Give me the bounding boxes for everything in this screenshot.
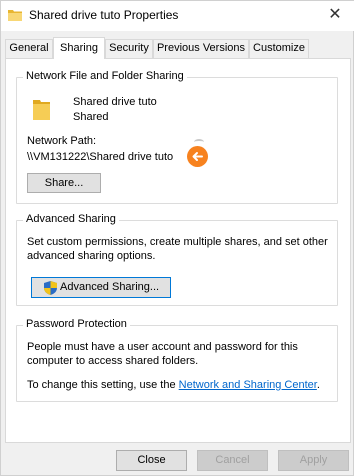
advanced-sharing-description-2: advanced sharing options. — [27, 250, 156, 262]
tab-customize[interactable]: Customize — [249, 39, 309, 58]
loading-spinner-icon — [194, 139, 204, 145]
network-sharing-legend: Network File and Folder Sharing — [23, 70, 187, 82]
network-sharing-center-link[interactable]: Network and Sharing Center — [179, 379, 317, 391]
advanced-sharing-description-1: Set custom permissions, create multiple … — [27, 236, 328, 248]
network-path-label: Network Path: — [27, 135, 97, 147]
network-path-value: \\VM131222\Shared drive tuto — [27, 151, 174, 163]
uac-shield-icon — [44, 281, 57, 295]
share-status: Shared — [73, 111, 109, 123]
shared-folder-icon — [33, 100, 50, 120]
tab-strip: General Sharing Security Previous Versio… — [5, 37, 351, 59]
change-setting-suffix: . — [316, 379, 320, 391]
tab-sharing[interactable]: Sharing — [53, 37, 105, 59]
advanced-sharing-button[interactable]: Advanced Sharing... — [31, 277, 171, 298]
sharing-panel: Network File and Folder Sharing Shared d… — [5, 58, 351, 443]
close-icon[interactable]: ✕ — [325, 5, 345, 25]
folder-name: Shared drive tuto — [73, 96, 157, 108]
tab-security[interactable]: Security — [105, 39, 153, 58]
tab-general[interactable]: General — [5, 39, 53, 58]
window-title: Shared drive tuto Properties — [29, 8, 179, 22]
tab-previous-versions[interactable]: Previous Versions — [153, 39, 249, 58]
change-setting-text: To change this setting, use the Network … — [27, 379, 320, 391]
advanced-sharing-legend: Advanced Sharing — [23, 213, 119, 225]
cancel-button[interactable]: Cancel — [197, 450, 268, 471]
annotation-arrow-icon — [187, 146, 208, 167]
close-button[interactable]: Close — [116, 450, 187, 471]
password-protection-line-2: computer to access shared folders. — [27, 355, 199, 367]
title-bar[interactable]: Shared drive tuto Properties ✕ — [1, 1, 354, 31]
change-setting-prefix: To change this setting, use the — [27, 379, 179, 391]
properties-dialog: Shared drive tuto Properties ✕ General S… — [0, 0, 354, 476]
password-protection-line-1: People must have a user account and pass… — [27, 341, 298, 353]
folder-icon — [8, 10, 22, 21]
password-protection-group: Password Protection People must have a u… — [16, 318, 338, 402]
network-sharing-group: Network File and Folder Sharing Shared d… — [16, 70, 338, 204]
apply-button[interactable]: Apply — [278, 450, 349, 471]
share-button[interactable]: Share... — [27, 173, 101, 193]
password-protection-legend: Password Protection — [23, 318, 130, 330]
advanced-sharing-button-label: Advanced Sharing... — [60, 281, 160, 293]
advanced-sharing-group: Advanced Sharing Set custom permissions,… — [16, 213, 338, 306]
